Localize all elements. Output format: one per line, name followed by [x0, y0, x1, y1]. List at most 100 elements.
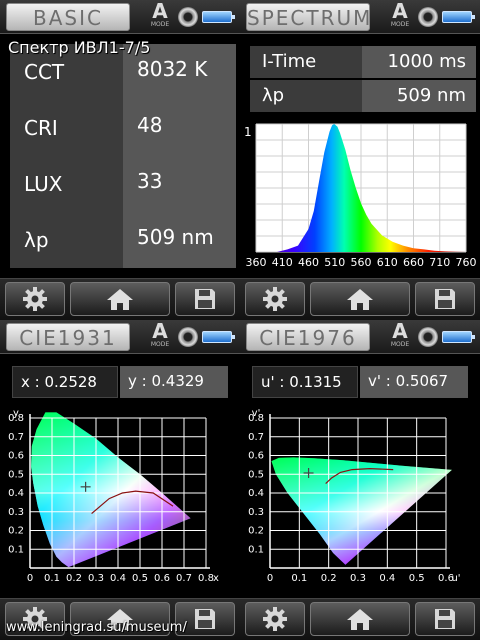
settings-button[interactable] [245, 282, 305, 316]
battery-icon [202, 331, 235, 343]
sensor-icon[interactable] [418, 7, 438, 27]
spectrum-y-max-label: 1 [244, 125, 252, 139]
sensor-icon[interactable] [178, 327, 198, 347]
y-coordinate-box: y : 0.4329 [120, 366, 228, 398]
home-icon [347, 289, 373, 310]
cie1976-panel: CIE1976 A MODE u' : 0.1315 v' : 0.5067 0… [240, 320, 480, 640]
row-integration-time: I-Time 1000 ms [250, 46, 476, 78]
cie-y-tick-label: 0.4 [248, 488, 264, 499]
cie-x-axis-label: x [213, 573, 219, 584]
settings-button[interactable] [245, 602, 305, 636]
cie-x-tick-label: 0 [267, 573, 273, 584]
gear-icon [263, 607, 287, 631]
cie-y-axis-label: y [13, 408, 19, 419]
cct-value: 8032 K [137, 57, 208, 81]
battery-icon [442, 11, 475, 23]
mode-word: MODE [150, 341, 170, 348]
chromaticity-locus-overlay [31, 412, 191, 568]
cie-x-tick-label: 0.1 [44, 573, 60, 584]
cie-y-tick-label: 0.3 [248, 507, 264, 518]
cie-x-axis-label: u' [451, 573, 460, 584]
bottom-toolbar [240, 278, 480, 320]
tab-cie1976-label: CIE1976 [259, 326, 357, 350]
mode-button[interactable]: A MODE [146, 1, 174, 31]
row-lux: LUX 33 [10, 156, 236, 212]
cie-y-tick-label: 0.7 [8, 432, 24, 443]
lux-label: LUX [24, 172, 63, 196]
spectrum-x-tick-label: 760 [456, 256, 477, 269]
save-icon [195, 289, 215, 309]
overlay-title: Спектр ИВЛ1-7/5 [8, 38, 151, 57]
settings-button[interactable] [5, 282, 65, 316]
row-peak-wavelength: λp 509 nm [10, 212, 236, 268]
cie1976-chart: 0 0.1 0.2 0.3 0.4 0.5 0.60.10.20.30.40.50.60.7… [248, 408, 460, 584]
gear-icon [263, 287, 287, 311]
mode-button[interactable]: A MODE [386, 321, 414, 351]
title-bar: CIE1931 A MODE [0, 320, 240, 354]
integration-time-label: I-Time [262, 51, 317, 72]
cie-x-tick-label: 0.3 [88, 573, 104, 584]
row-cri: CRI 48 [10, 100, 236, 156]
peak-wavelength-value: 509 nm [137, 225, 214, 249]
cie-y-axis-label: v' [252, 408, 261, 419]
sensor-icon[interactable] [418, 327, 438, 347]
home-button[interactable] [70, 282, 170, 316]
gear-icon [23, 287, 47, 311]
peak-wavelength-label: λp [24, 228, 49, 252]
mode-button[interactable]: A MODE [386, 1, 414, 31]
cie-x-tick-label: 0.1 [291, 573, 307, 584]
tab-basic-label: BASIC [33, 6, 103, 30]
cie-x-tick-label: 0.7 [176, 573, 192, 584]
spectrum-x-tick-label: 510 [324, 256, 345, 269]
save-icon [435, 609, 455, 629]
home-button[interactable] [310, 602, 410, 636]
bottom-toolbar [240, 598, 480, 640]
lux-value: 33 [137, 169, 163, 193]
title-bar: SPECTRUM A MODE [240, 0, 480, 34]
save-icon [435, 289, 455, 309]
v-coordinate-text: v' : 0.5067 [368, 372, 449, 390]
cie-x-tick-label: 0 [27, 573, 33, 584]
integration-time-value: 1000 ms [387, 51, 466, 72]
title-bar: BASIC A MODE [0, 0, 240, 34]
tab-spectrum-label: SPECTRUM [247, 6, 373, 30]
bottom-toolbar [0, 278, 240, 320]
save-button[interactable] [415, 282, 475, 316]
cie-y-tick-label: 0.1 [248, 544, 264, 555]
cie1931-chart: 0 0.1 0.2 0.3 0.4 0.5 0.6 0.7 0.8 0.1 0.2 0.3 0.4 0.5… [8, 408, 219, 584]
mode-letter: A [392, 0, 408, 23]
spectrum-x-tick-label: 460 [298, 256, 319, 269]
cie-y-tick-label: 0.5 [8, 469, 24, 480]
spectrum-x-tick-label: 610 [377, 256, 398, 269]
cri-value: 48 [137, 113, 163, 137]
home-icon [107, 289, 133, 310]
cie-y-tick-label: 0.6 [248, 451, 264, 462]
spectrum-chart: 1 360 410 460 510 560 610 660 710 760 [244, 123, 477, 269]
tab-spectrum[interactable]: SPECTRUM [246, 3, 370, 31]
cct-label: CCT [24, 60, 65, 84]
spectrum-x-tick-label: 410 [272, 256, 293, 269]
mode-button[interactable]: A MODE [146, 321, 174, 351]
u-coordinate-box: u' : 0.1315 [252, 366, 358, 398]
v-coordinate-box: v' : 0.5067 [360, 366, 468, 398]
x-coordinate-box: x : 0.2528 [12, 366, 118, 398]
chromaticity-locus-overlay [271, 457, 452, 565]
save-button[interactable] [175, 282, 235, 316]
cie-x-tick-label: 0.5 [132, 573, 148, 584]
spectrum-panel: SPECTRUM A MODE I-Time 1000 ms λp 509 nm [240, 0, 480, 320]
cie-y-tick-label: 0.1 [8, 544, 24, 555]
tab-basic[interactable]: BASIC [6, 3, 130, 31]
cie-y-tick-label: 0.5 [248, 469, 264, 480]
spectrum-x-tick-label: 360 [246, 256, 267, 269]
save-button[interactable] [415, 602, 475, 636]
cie-y-tick-label: 0.2 [8, 526, 24, 537]
home-button[interactable] [310, 282, 410, 316]
spectrum-info: I-Time 1000 ms λp 509 nm [250, 44, 476, 112]
mode-letter: A [152, 320, 168, 343]
cie-x-tick-label: 0.2 [66, 573, 82, 584]
tab-cie1931[interactable]: CIE1931 [6, 323, 130, 351]
tab-cie1976[interactable]: CIE1976 [246, 323, 370, 351]
sensor-icon[interactable] [178, 7, 198, 27]
cie-y-tick-label: 0.7 [248, 432, 264, 443]
u-coordinate-text: u' : 0.1315 [261, 373, 342, 391]
